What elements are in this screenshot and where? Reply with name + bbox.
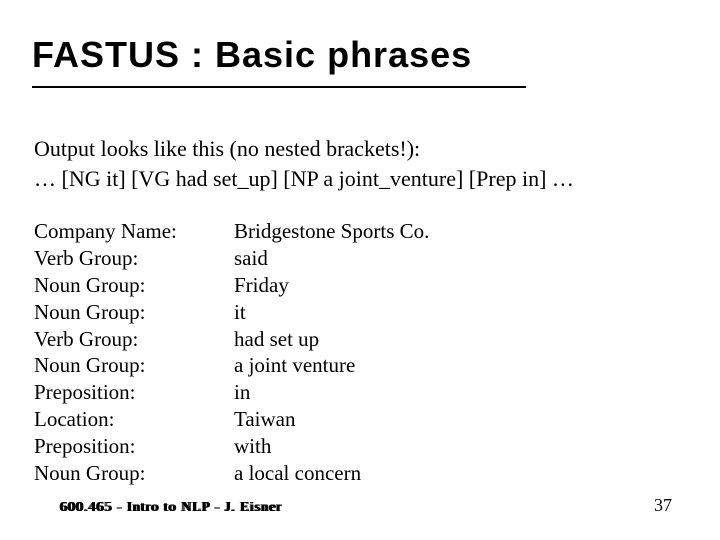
table-row: Verb Group:said <box>34 245 429 272</box>
intro-line-2: … [NG it] [VG had set_up] [NP a joint_ve… <box>34 165 686 193</box>
row-value: a joint venture <box>234 352 355 379</box>
table-row: Company Name:Bridgestone Sports Co. <box>34 218 429 245</box>
title-underline <box>32 86 526 88</box>
row-label: Location: <box>34 406 234 433</box>
row-value: Taiwan <box>234 406 296 433</box>
row-label: Noun Group: <box>34 299 234 326</box>
table-row: Location:Taiwan <box>34 406 429 433</box>
footer-left: 600.465 - Intro to NLP - J. Eisner <box>60 500 282 516</box>
row-value: Bridgestone Sports Co. <box>234 218 429 245</box>
row-label: Verb Group: <box>34 245 234 272</box>
row-value: Friday <box>234 272 289 299</box>
row-value: with <box>234 433 271 460</box>
table-row: Noun Group:it <box>34 299 429 326</box>
row-value: said <box>234 245 268 272</box>
row-value: had set up <box>234 326 319 353</box>
table-row: Noun Group:a joint venture <box>34 352 429 379</box>
row-label: Noun Group: <box>34 352 234 379</box>
row-value: in <box>234 379 250 406</box>
intro-line-1: Output looks like this (no nested bracke… <box>34 135 686 163</box>
page-number: 37 <box>654 495 672 516</box>
intro-block: Output looks like this (no nested bracke… <box>34 135 686 192</box>
row-label: Company Name: <box>34 218 234 245</box>
row-label: Noun Group: <box>34 460 234 487</box>
row-label: Noun Group: <box>34 272 234 299</box>
table-row: Verb Group:had set up <box>34 326 429 353</box>
row-value: it <box>234 299 246 326</box>
table-row: Noun Group:a local concern <box>34 460 429 487</box>
row-label: Verb Group: <box>34 326 234 353</box>
phrase-table: Company Name:Bridgestone Sports Co.Verb … <box>34 218 429 487</box>
table-row: Preposition:with <box>34 433 429 460</box>
table-row: Noun Group:Friday <box>34 272 429 299</box>
slide-title: FASTUS : Basic phrases <box>32 34 472 76</box>
row-value: a local concern <box>234 460 361 487</box>
row-label: Preposition: <box>34 379 234 406</box>
row-label: Preposition: <box>34 433 234 460</box>
table-row: Preposition:in <box>34 379 429 406</box>
slide: FASTUS : Basic phrases Output looks like… <box>0 0 720 540</box>
